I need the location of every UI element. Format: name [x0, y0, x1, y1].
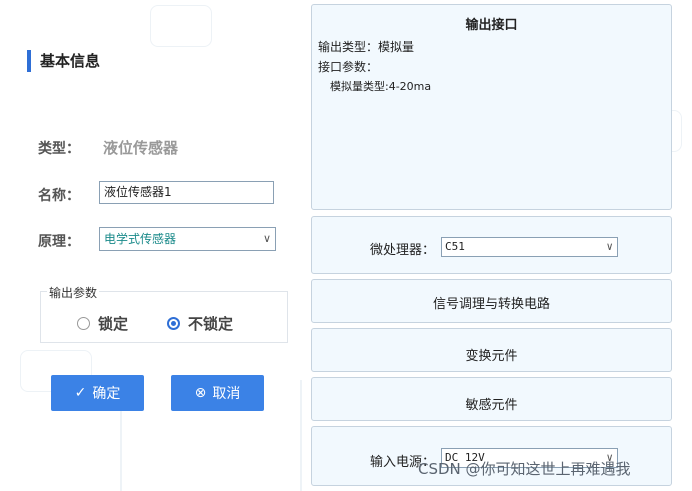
signal-circuit-label: 信号调理与转换电路: [432, 297, 550, 312]
radio-checked-icon: [167, 317, 180, 330]
name-label: 名称：: [38, 188, 80, 204]
transform-element-panel[interactable]: 变换元件: [311, 328, 672, 372]
microprocessor-label: 微处理器：: [370, 243, 436, 258]
sensing-element-panel[interactable]: 敏感元件: [311, 377, 672, 421]
principle-label: 原理：: [38, 234, 80, 250]
sensing-element-label: 敏感元件: [465, 398, 518, 413]
microprocessor-panel: 微处理器： C51 ∨: [311, 216, 672, 274]
background-line: [120, 400, 122, 491]
background-line: [300, 380, 302, 491]
output-interface-title: 输出接口: [465, 18, 518, 33]
confirm-button[interactable]: ✓ 确定: [51, 375, 144, 411]
output-type-text: 输出类型：模拟量: [318, 40, 415, 54]
interface-params-text: 接口参数：: [318, 60, 379, 74]
output-params-legend: 输出参数: [47, 284, 100, 301]
transform-element-label: 变换元件: [465, 349, 518, 364]
radio-locked[interactable]: 锁定: [77, 313, 128, 334]
analog-type-text: 模拟量类型:4-20ma: [330, 80, 432, 93]
confirm-button-label: 确定: [92, 386, 121, 402]
chevron-down-icon: ∨: [606, 240, 613, 253]
radio-circle-icon: [77, 317, 90, 330]
radio-locked-label: 锁定: [98, 315, 129, 333]
signal-circuit-panel[interactable]: 信号调理与转换电路: [311, 279, 672, 323]
section-accent-bar: [27, 50, 31, 72]
type-label: 类型：: [38, 141, 80, 157]
microprocessor-select-value: C51: [445, 240, 465, 253]
cancel-button-label: 取消: [212, 386, 241, 402]
type-value: 液位传感器: [103, 139, 179, 157]
background-decoration: [150, 5, 212, 47]
check-icon: ✓: [74, 385, 87, 401]
radio-unlocked-label: 不锁定: [188, 315, 234, 333]
name-input[interactable]: 液位传感器1: [99, 181, 274, 204]
cancel-button[interactable]: ⊗ 取消: [171, 375, 264, 411]
chevron-down-icon: ∨: [262, 232, 271, 245]
watermark: CSDN @你可知这世上再难遇我: [418, 460, 631, 478]
radio-unlocked[interactable]: 不锁定: [167, 313, 233, 334]
output-interface-panel: 输出接口 输出类型：模拟量 接口参数： 模拟量类型:4-20ma: [311, 4, 672, 210]
circle-x-icon: ⊗: [194, 385, 207, 401]
section-title: 基本信息: [40, 52, 101, 70]
principle-select[interactable]: 电学式传感器 ∨: [99, 227, 276, 251]
principle-select-value: 电学式传感器: [104, 232, 177, 246]
microprocessor-select[interactable]: C51 ∨: [441, 237, 618, 257]
